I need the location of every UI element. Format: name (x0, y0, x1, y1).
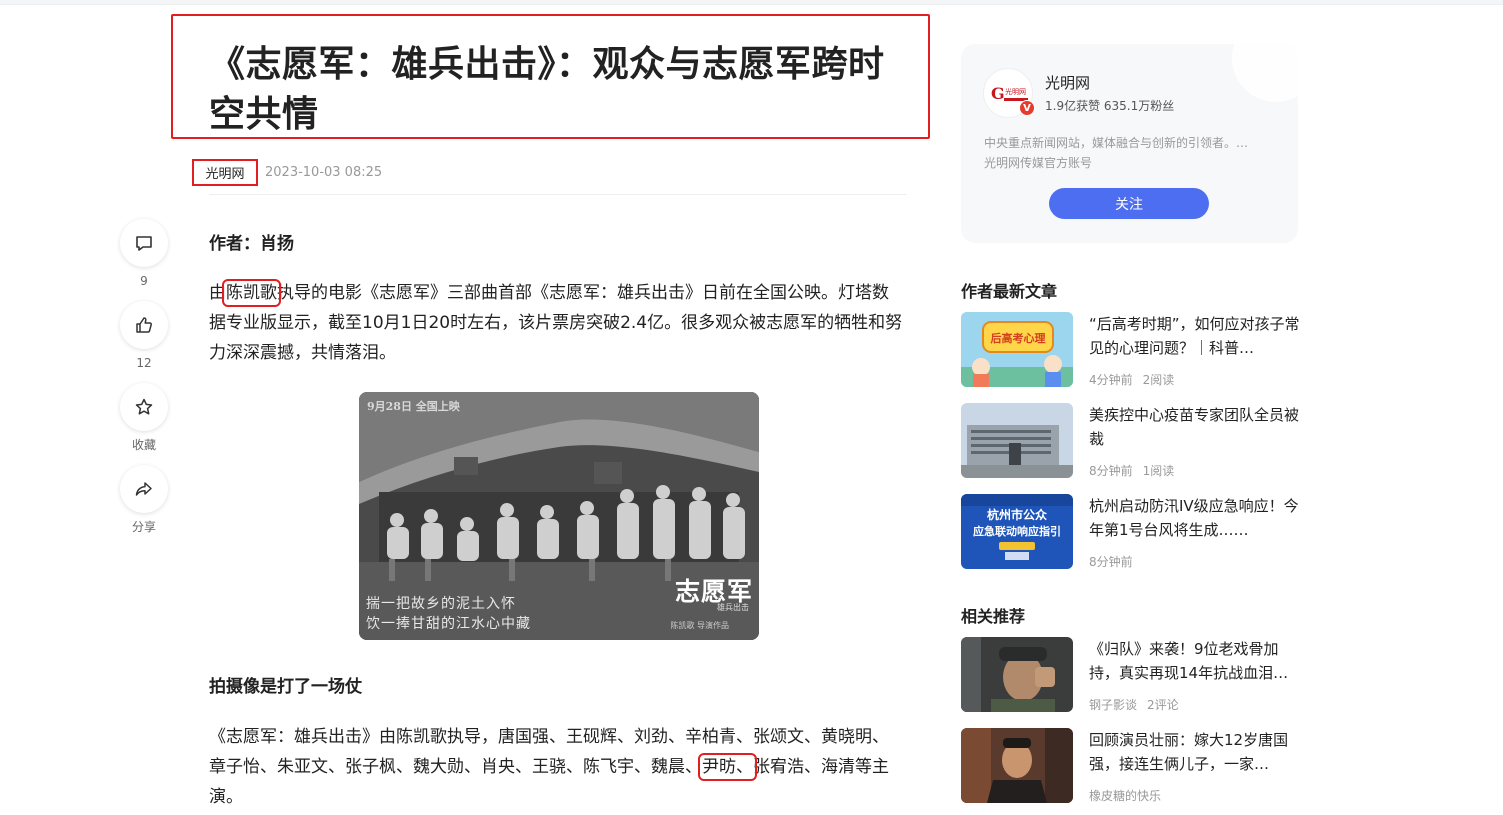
list-item[interactable]: 《归队》来袭！9位老戏骨加持，真实再现14年抗战血泪… 钢子影谈 2评论 (961, 637, 1301, 713)
share-label: 分享 (131, 520, 156, 534)
svg-text:G: G (991, 84, 1005, 103)
source-name: 光明网 (205, 167, 245, 182)
article-author: 作者：肖扬 (209, 234, 294, 254)
comment-button[interactable] (120, 219, 168, 267)
comment-icon (136, 236, 152, 251)
related-title: 相关推荐 (961, 607, 1026, 626)
profile-description: 中央重点新闻网站，媒体融合与创新的引领者。… (984, 136, 1249, 150)
collect-button[interactable] (120, 383, 168, 431)
like-count: 12 (136, 356, 152, 370)
profile-account-type: 光明网传媒官方账号 (984, 156, 1093, 170)
hangzhou-emergency-thumbnail: 杭州市公众 应急联动响应指引 (961, 494, 1073, 569)
paragraph-text: 执导的电影《志愿军》三部曲首部《志愿军：雄兵出击》日前在全国公映。灯塔数据专业版… (209, 283, 903, 363)
profile-name[interactable]: 光明网 (1045, 72, 1090, 93)
article-title: 《归队》来袭！9位老戏骨加持，真实再现14年抗战血泪… (1089, 640, 1289, 682)
svg-text:后高考心理: 后高考心理 (991, 331, 1046, 345)
article-paragraph-2: 《志愿军：雄兵出击》由陈凯歌执导，唐国强、王砚辉、刘劲、辛柏青、张颂文、黄晓明、… (209, 722, 905, 812)
profile-stats: 1.9亿获赞 635.1万粉丝 (1045, 99, 1175, 113)
list-item[interactable]: 美疾控中心疫苗专家团队全员被裁 8分钟前 1阅读 (961, 403, 1301, 479)
share-icon (135, 482, 152, 496)
thumbnail-image: 后高考心理 (961, 312, 1073, 387)
paragraph-text: 由 (209, 283, 226, 303)
veteran-actor-thumbnail (961, 637, 1073, 712)
poster-poem: 揣一把故乡的泥土入怀 饮一捧甘甜的江水心中藏 (366, 594, 531, 634)
article-title: “后高考时期”，如何应对孩子常见的心理问题？｜科普… (1089, 315, 1300, 357)
poster-release-date: 9月28日 全国上映 (367, 400, 460, 413)
thumbnail-image (961, 637, 1073, 712)
like-button[interactable] (120, 301, 168, 349)
movie-poster-image: 9月28日 全国上映 志愿军 雄兵出击 揣一把故乡的泥土入怀 饮一捧甘甜的江水心… (359, 392, 759, 640)
list-item[interactable]: 杭州市公众 应急联动响应指引 杭州启动防汛IV级应急响应！今年第1号台风将生成…… (961, 494, 1301, 570)
svg-text:应急联动响应指引: 应急联动响应指引 (973, 524, 1061, 538)
list-item[interactable]: 回顾演员壮丽：嫁大12岁唐国强，接连生俩儿子，一家… 橡皮糖的快乐 (961, 728, 1301, 804)
article-title: 美疾控中心疫苗专家团队全员被裁 (1089, 406, 1300, 448)
article-meta: 8分钟前 (1089, 555, 1133, 569)
author-profile-card: G 光明网 V 光明网 1.9亿获赞 635.1万粉丝 中央重点新闻网站，媒体融… (961, 44, 1298, 243)
follow-button[interactable]: 关注 (1049, 188, 1209, 219)
latest-articles-title: 作者最新文章 (961, 282, 1058, 301)
psychology-thumbnail: 后高考心理 (961, 312, 1073, 387)
source-link[interactable]: 光明网 (192, 159, 258, 186)
star-icon (135, 398, 153, 415)
article-title: 杭州启动防汛IV级应急响应！今年第1号台风将生成…… (1089, 497, 1299, 539)
thumbnail-image (961, 728, 1073, 803)
article-title: 回顾演员壮丽：嫁大12岁唐国强，接连生俩儿子，一家… (1089, 731, 1289, 773)
thumbnail-image: 杭州市公众 应急联动响应指引 (961, 494, 1073, 569)
actor-portrait-thumbnail (961, 728, 1073, 803)
svg-text:杭州市公众: 杭州市公众 (987, 507, 1048, 522)
svg-text:光明网: 光明网 (1005, 87, 1026, 96)
cdc-building-thumbnail (961, 403, 1073, 478)
article-title: 《志愿军：雄兵出击》：观众与志愿军跨时空共情 (209, 44, 885, 135)
article-subheading: 拍摄像是打了一场仗 (209, 677, 362, 697)
profile-decoration (1232, 44, 1298, 102)
comment-count: 9 (140, 274, 148, 288)
article-meta: 8分钟前 1阅读 (1089, 464, 1175, 478)
poster-poem-line-2: 饮一捧甘甜的江水心中藏 (366, 616, 531, 632)
action-rail: 9 12 收藏 分享 (120, 219, 168, 547)
thumbs-up-icon (136, 317, 152, 333)
article-paragraph-1: 由陈凯歌执导的电影《志愿军》三部曲首部《志愿军：雄兵出击》日前在全国公映。灯塔数… (209, 278, 905, 368)
collect-label: 收藏 (131, 438, 156, 452)
actor-name-highlight: 尹昉、 (698, 753, 757, 781)
verified-badge: V (1019, 100, 1035, 116)
top-bar (0, 0, 1503, 5)
article-meta: 橡皮糖的快乐 (1089, 789, 1162, 803)
poster-poem-line-1: 揣一把故乡的泥土入怀 (366, 596, 516, 612)
list-item[interactable]: 后高考心理 “后高考时期”，如何应对孩子常见的心理问题？｜科普… 4分钟前 2阅读 (961, 312, 1301, 388)
article-meta: 4分钟前 2阅读 (1089, 373, 1175, 387)
poster-subtitle: 雄兵出击 (717, 603, 749, 612)
poster-credit: 陈凯歌 导演作品 (670, 621, 729, 630)
meta-divider (209, 194, 907, 195)
share-button[interactable] (120, 465, 168, 513)
director-name-highlight: 陈凯歌 (222, 279, 281, 307)
thumbnail-image (961, 403, 1073, 478)
publish-time: 2023-10-03 08:25 (265, 165, 383, 180)
article-meta: 钢子影谈 2评论 (1089, 698, 1179, 712)
